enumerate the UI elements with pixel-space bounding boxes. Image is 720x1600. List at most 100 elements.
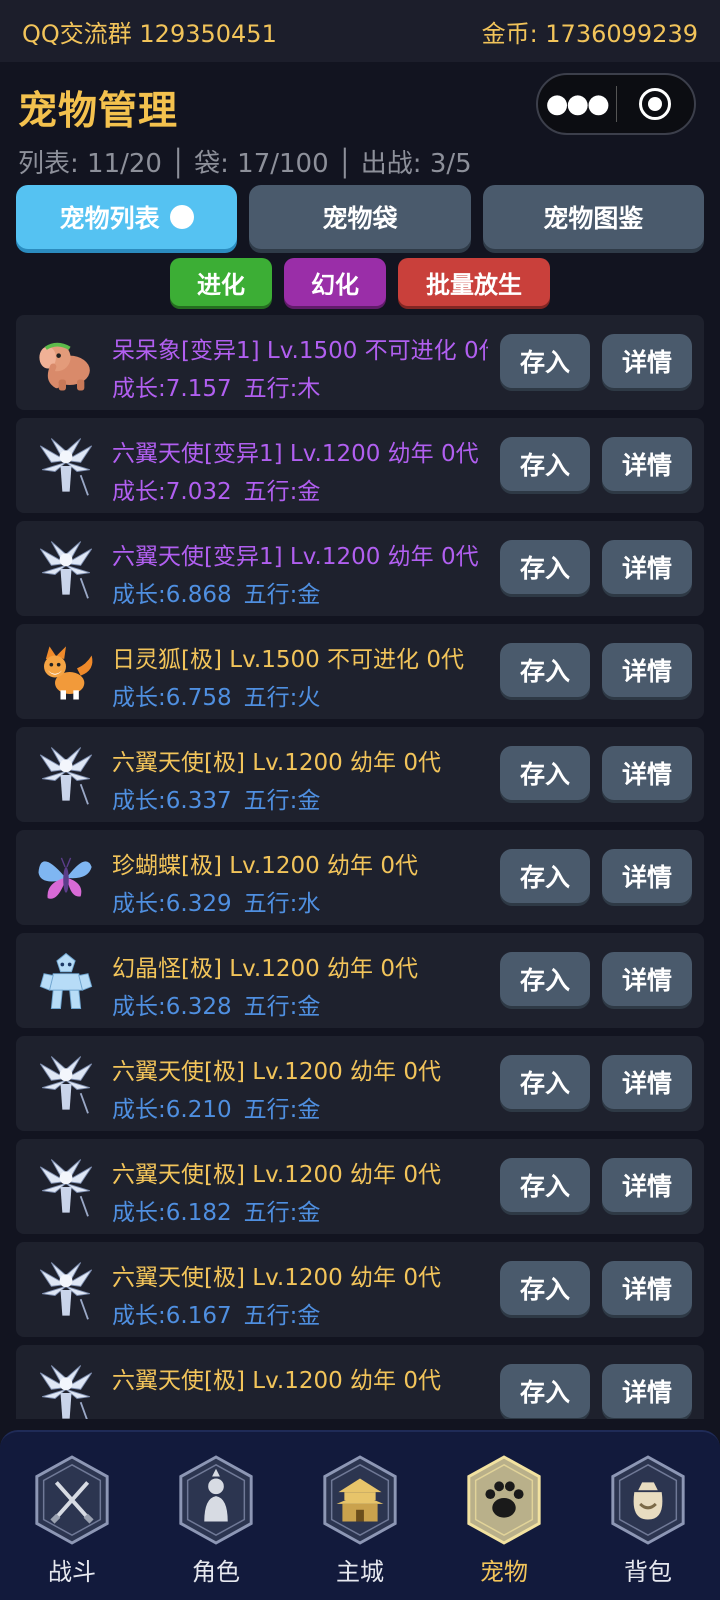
tab-label: 宠物列表	[59, 204, 160, 233]
detail-button[interactable]: 详情	[602, 1158, 692, 1212]
pet-stats: 成长:6.337 五行:金	[112, 781, 320, 815]
angel-icon	[30, 533, 102, 605]
crystal-monster-icon	[30, 945, 102, 1017]
pet-element: 五行:金	[243, 994, 321, 1020]
pet-row[interactable]: 六翼天使[极] Lv.1200 幼年 0代 存入 详情	[16, 1345, 704, 1419]
target-icon[interactable]	[616, 88, 694, 120]
angel-icon	[30, 1357, 102, 1419]
pet-row[interactable]: 日灵狐[极] Lv.1500 不可进化 0代成长:6.758 五行:火 存入 详情	[16, 624, 704, 719]
tab-label: 宠物图鉴	[543, 204, 644, 233]
pet-name: 日灵狐[极] Lv.1500 不可进化 0代	[112, 647, 464, 673]
store-button[interactable]: 存入	[500, 1261, 590, 1315]
nav-item-character[interactable]: 角色	[144, 1432, 288, 1600]
fox-icon	[30, 636, 102, 708]
nav-label: 背包	[624, 1558, 672, 1586]
detail-button[interactable]: 详情	[602, 849, 692, 903]
store-button[interactable]: 存入	[500, 1364, 590, 1418]
nav-item-crossed-swords[interactable]: 战斗	[0, 1432, 144, 1600]
nav-item-bag[interactable]: 背包	[576, 1432, 720, 1600]
pet-stats: 成长:6.210 五行:金	[112, 1090, 320, 1124]
pet-growth: 成长:7.157	[112, 376, 232, 402]
pet-tabs: 宠物列表 宠物袋 宠物图鉴	[16, 185, 704, 249]
angel-icon	[30, 1048, 102, 1120]
pet-growth: 成长:6.167	[112, 1303, 232, 1329]
store-button[interactable]: 存入	[500, 849, 590, 903]
detail-button[interactable]: 详情	[602, 1364, 692, 1418]
store-button[interactable]: 存入	[500, 437, 590, 491]
detail-button[interactable]: 详情	[602, 1261, 692, 1315]
pet-growth: 成长:6.329	[112, 891, 232, 917]
pet-growth: 成长:6.328	[112, 994, 232, 1020]
angel-icon	[30, 430, 102, 502]
pet-stats: 成长:6.328 五行:金	[112, 987, 320, 1021]
transform-button[interactable]: 幻化	[284, 258, 386, 306]
pet-element: 五行:木	[243, 376, 321, 402]
pet-stats: 成长:6.167 五行:金	[112, 1296, 320, 1330]
pet-name: 六翼天使[极] Lv.1200 幼年 0代	[112, 1368, 441, 1394]
crossed-swords-icon	[29, 1452, 115, 1548]
nav-label: 战斗	[48, 1558, 96, 1586]
angel-icon	[30, 739, 102, 811]
evolve-button[interactable]: 进化	[170, 258, 272, 306]
store-button[interactable]: 存入	[500, 334, 590, 388]
pet-row[interactable]: 六翼天使[极] Lv.1200 幼年 0代 成长:6.337 五行:金 存入 详情	[16, 727, 704, 822]
detail-button[interactable]: 详情	[602, 540, 692, 594]
pet-row[interactable]: 六翼天使[变异1] Lv.1200 幼年 0代 成长:7.032 五行:金 存入 详情	[16, 418, 704, 513]
detail-button[interactable]: 详情	[602, 334, 692, 388]
store-button[interactable]: 存入	[500, 1055, 590, 1109]
tab-pet-handbook[interactable]: 宠物图鉴	[482, 185, 704, 249]
pet-stats: 成长:6.182 五行:金	[112, 1193, 320, 1227]
pet-list[interactable]: 呆呆象[变异1] Lv.1500 不可进化 0代 成长:7.157 五行:木 存入 详情…	[16, 315, 704, 1419]
pet-element: 五行:金	[243, 582, 321, 608]
qq-group-text: QQ交流群 129350451	[22, 19, 277, 48]
batch-release-button[interactable]: 批量放生	[398, 258, 550, 306]
pet-element: 五行:金	[243, 1200, 321, 1226]
detail-button[interactable]: 详情	[602, 1055, 692, 1109]
pet-stats: 成长:6.758 五行:火	[112, 678, 320, 712]
pet-row[interactable]: 六翼天使[变异1] Lv.1200 幼年 0代 成长:6.868 五行:金 存入 详情	[16, 521, 704, 616]
palace-icon	[317, 1452, 403, 1548]
nav-item-palace[interactable]: 主城	[288, 1432, 432, 1600]
pet-row[interactable]: 六翼天使[极] Lv.1200 幼年 0代 成长:6.167 五行:金 存入 详情	[16, 1242, 704, 1337]
pet-row[interactable]: 六翼天使[极] Lv.1200 幼年 0代 成长:6.182 五行:金 存入 详情	[16, 1139, 704, 1234]
pet-stats: 成长:7.032 五行:金	[112, 472, 320, 506]
bottom-nav: 战斗 角色 主城 宠物 背包	[0, 1430, 720, 1600]
store-button[interactable]: 存入	[500, 643, 590, 697]
pet-growth: 成长:6.337	[112, 788, 232, 814]
pet-name: 幻晶怪[极] Lv.1200 幼年 0代	[112, 956, 418, 982]
nav-item-paw[interactable]: 宠物	[432, 1432, 576, 1600]
tab-pet-list[interactable]: 宠物列表	[16, 185, 238, 249]
more-dots-icon[interactable]: ●●●	[538, 89, 616, 119]
pet-element: 五行:火	[243, 685, 321, 711]
store-button[interactable]: 存入	[500, 952, 590, 1006]
angel-icon	[30, 1151, 102, 1223]
tab-pet-bag[interactable]: 宠物袋	[249, 185, 471, 249]
elephant-icon	[30, 327, 102, 399]
pet-row[interactable]: 幻晶怪[极] Lv.1200 幼年 0代 成长:6.328 五行:金 存入 详情	[16, 933, 704, 1028]
store-button[interactable]: 存入	[500, 540, 590, 594]
coin-balance: 金币: 1736099239	[481, 19, 698, 48]
pet-growth: 成长:6.868	[112, 582, 232, 608]
pet-row[interactable]: 珍蝴蝶[极] Lv.1200 幼年 0代 成长:6.329 五行:水 存入 详情	[16, 830, 704, 925]
paw-icon	[461, 1452, 547, 1548]
pet-growth: 成长:6.210	[112, 1097, 232, 1123]
pet-row[interactable]: 呆呆象[变异1] Lv.1500 不可进化 0代 成长:7.157 五行:木 存入 详情	[16, 315, 704, 410]
action-buttons: 进化 幻化 批量放生	[0, 258, 720, 306]
pet-name: 六翼天使[极] Lv.1200 幼年 0代	[112, 1265, 441, 1291]
pet-row[interactable]: 六翼天使[极] Lv.1200 幼年 0代 成长:6.210 五行:金 存入 详情	[16, 1036, 704, 1131]
detail-button[interactable]: 详情	[602, 952, 692, 1006]
bag-icon	[605, 1452, 691, 1548]
detail-button[interactable]: 详情	[602, 643, 692, 697]
store-button[interactable]: 存入	[500, 746, 590, 800]
store-button[interactable]: 存入	[500, 1158, 590, 1212]
detail-button[interactable]: 详情	[602, 746, 692, 800]
detail-button[interactable]: 详情	[602, 437, 692, 491]
angel-icon	[30, 1254, 102, 1326]
pet-stats: 成长:6.329 五行:水	[112, 884, 320, 918]
pet-growth: 成长:6.182	[112, 1200, 232, 1226]
pet-growth: 成长:7.032	[112, 479, 232, 505]
tab-label: 宠物袋	[322, 204, 398, 233]
pet-element: 五行:金	[243, 1303, 321, 1329]
miniprogram-capsule: ●●●	[536, 73, 696, 135]
pet-stats	[112, 1399, 124, 1419]
